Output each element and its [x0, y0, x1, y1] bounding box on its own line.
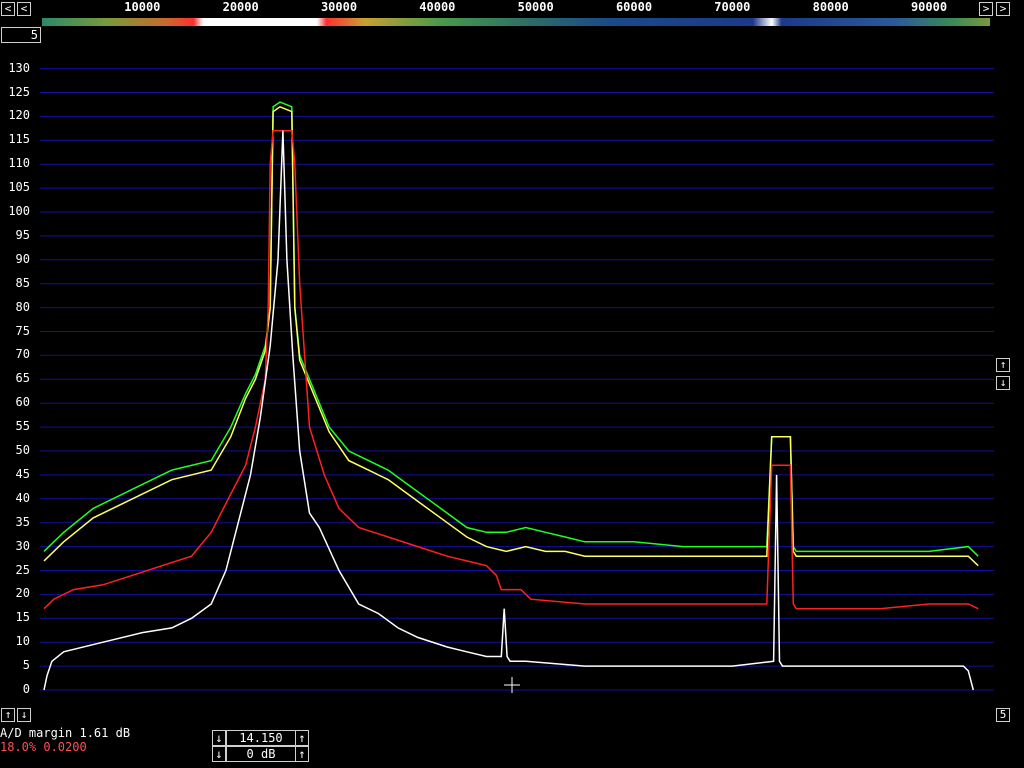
series-line-red	[43, 129, 979, 610]
scale-up-button[interactable]: ↑	[996, 358, 1010, 372]
series-line-white	[43, 130, 975, 691]
zero-up-button[interactable]: ↑	[1, 708, 15, 722]
freq-up-button[interactable]: ↑	[295, 730, 309, 746]
bottom-right-indicator[interactable]: 5	[996, 708, 1010, 722]
series-line-green	[43, 101, 979, 557]
ad-margin-text: A/D margin 1.61 dB	[0, 726, 131, 740]
freq-down-button[interactable]: ↓	[212, 730, 226, 746]
gain-display[interactable]: 0 dB	[226, 746, 296, 762]
gain-down-button[interactable]: ↓	[212, 746, 226, 762]
series-line-yellow	[43, 105, 979, 567]
spectrum-chart	[40, 68, 994, 693]
frequency-display[interactable]: 14.150	[226, 730, 296, 746]
level-text: 18.0% 0.0200	[0, 740, 87, 754]
zero-down-button[interactable]: ↓	[17, 708, 31, 722]
gain-up-button[interactable]: ↑	[295, 746, 309, 762]
scale-down-button[interactable]: ↓	[996, 376, 1010, 390]
